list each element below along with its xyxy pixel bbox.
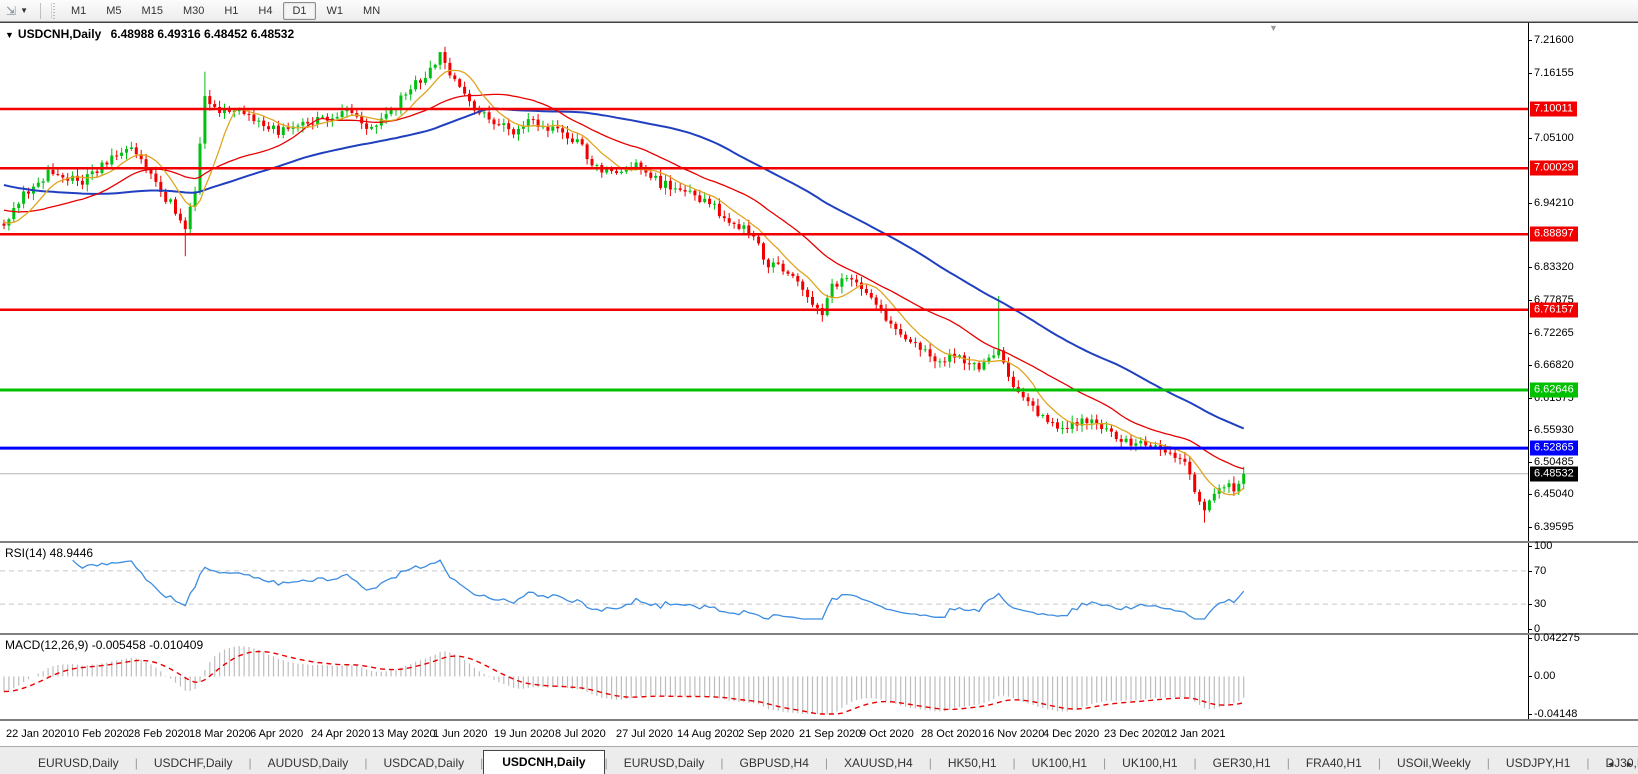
chart-tab-usoil-weekly[interactable]: USOil,Weekly: [1381, 752, 1487, 774]
date-tick: 22 Jan 2020: [6, 728, 67, 740]
timeframe-button-m5[interactable]: M5: [97, 2, 130, 20]
date-tick: 21 Sep 2020: [799, 728, 861, 740]
date-tick: 18 Mar 2020: [189, 728, 251, 740]
chart-tab-hk50-h1[interactable]: HK50,H1: [932, 752, 1013, 774]
chart-menu-caret-icon[interactable]: ▼: [5, 30, 14, 40]
price-tick: 6.45040: [1534, 488, 1574, 500]
date-tick: 10 Feb 2020: [67, 728, 129, 740]
tab-scroll-left-icon[interactable]: ◄: [1606, 759, 1615, 769]
chart-title: ▼ USDCNH,Daily 6.48988 6.49316 6.48452 6.…: [5, 27, 294, 41]
date-tick: 6 Apr 2020: [250, 728, 303, 740]
timeframe-button-h4[interactable]: H4: [249, 2, 281, 20]
price-plot[interactable]: ▼ USDCNH,Daily 6.48988 6.49316 6.48452 6.…: [0, 23, 1528, 541]
date-tick: 27 Jul 2020: [616, 728, 673, 740]
date-tick: 4 Dec 2020: [1043, 728, 1099, 740]
macd-tick: 0.00: [1534, 670, 1555, 682]
chart-workspace: ▼ USDCNH,Daily 6.48988 6.49316 6.48452 6.…: [0, 22, 1638, 774]
chart-tab-bar: EURUSD,Daily|USDCHF,Daily|AUDUSD,Daily|U…: [0, 746, 1638, 774]
chart-tab-uk100-h1[interactable]: UK100,H1: [1016, 752, 1103, 774]
dropdown-caret-icon: ▼: [20, 6, 28, 15]
chart-scroll-icon: ⇲: [6, 5, 16, 17]
timeframe-button-d1[interactable]: D1: [283, 2, 315, 20]
timeframe-button-h1[interactable]: H1: [215, 2, 247, 20]
chart-tab-xauusd-h4[interactable]: XAUUSD,H4: [828, 752, 929, 774]
price-tick: 6.83320: [1534, 261, 1574, 273]
chart-tab-usdcnh-daily[interactable]: USDCNH,Daily: [483, 750, 604, 774]
toolbar-separator: [40, 3, 41, 19]
price-tick: 6.66820: [1534, 359, 1574, 371]
chart-tab-eurusd-daily[interactable]: EURUSD,Daily: [22, 752, 135, 774]
chart-tab-gbpusd-h4[interactable]: GBPUSD,H4: [724, 752, 825, 774]
timeframe-button-m30[interactable]: M30: [174, 2, 213, 20]
rsi-tick: 30: [1534, 598, 1546, 610]
macd-plot[interactable]: MACD(12,26,9) -0.005458 -0.010409: [0, 635, 1528, 719]
price-tick: 6.39595: [1534, 521, 1574, 533]
macd-axis[interactable]: 0.0422750.00-0.04148: [1528, 635, 1638, 719]
chart-tab-eurusd-daily[interactable]: EURUSD,Daily: [608, 752, 721, 774]
date-tick: 13 May 2020: [372, 728, 436, 740]
timeframe-button-m1[interactable]: M1: [62, 2, 95, 20]
tab-scroll-right-icon[interactable]: ►: [1625, 759, 1634, 769]
date-tick: 24 Apr 2020: [311, 728, 370, 740]
rsi-label: RSI(14) 48.9446: [5, 546, 93, 560]
chart-tab-ger30-h1[interactable]: GER30,H1: [1197, 752, 1287, 774]
time-axis[interactable]: 22 Jan 202010 Feb 202028 Feb 202018 Mar …: [0, 719, 1638, 746]
date-tick: 12 Jan 2021: [1165, 728, 1226, 740]
macd-tick: 0.042275: [1534, 632, 1580, 644]
price-tick: 6.55930: [1534, 424, 1574, 436]
date-tick: 16 Nov 2020: [982, 728, 1044, 740]
rsi-canvas[interactable]: [0, 543, 1528, 633]
line-price-badge: 6.62646: [1530, 383, 1578, 398]
timeframe-button-m15[interactable]: M15: [133, 2, 172, 20]
chart-tab-uk100-h1[interactable]: UK100,H1: [1106, 752, 1193, 774]
rsi-pane: RSI(14) 48.9446 10070300: [0, 541, 1638, 633]
chart-shift-marker-icon[interactable]: ▼: [1269, 23, 1278, 33]
timeframe-button-group: M1M5M15M30H1H4D1W1MN: [61, 2, 390, 20]
timeframe-button-w1[interactable]: W1: [318, 2, 353, 20]
line-price-badge: 6.52865: [1530, 441, 1578, 456]
date-tick: 28 Oct 2020: [921, 728, 981, 740]
price-tick: 7.05100: [1534, 132, 1574, 144]
top-toolbar: ⇲ ▼ M1M5M15M30H1H4D1W1MN: [0, 0, 1638, 22]
price-tick: 6.72265: [1534, 327, 1574, 339]
toolbar-grip[interactable]: [51, 3, 56, 19]
price-tick: 6.94210: [1534, 197, 1574, 209]
date-tick: 28 Feb 2020: [128, 728, 190, 740]
line-price-badge: 7.00029: [1530, 161, 1578, 176]
chart-tab-audusd-daily[interactable]: AUDUSD,Daily: [252, 752, 365, 774]
rsi-plot[interactable]: RSI(14) 48.9446: [0, 543, 1528, 633]
macd-pane: MACD(12,26,9) -0.005458 -0.010409 0.0422…: [0, 633, 1638, 719]
timeframe-button-mn[interactable]: MN: [354, 2, 389, 20]
line-price-badge: 6.76157: [1530, 302, 1578, 317]
chart-tab-usdchf-daily[interactable]: USDCHF,Daily: [138, 752, 249, 774]
line-price-badge: 7.10011: [1530, 101, 1577, 116]
macd-canvas[interactable]: [0, 635, 1528, 719]
chart-ohlc-values: 6.48988 6.49316 6.48452 6.48532: [111, 27, 295, 41]
tab-scroll-controls: ◄►: [1606, 759, 1634, 769]
current-price-badge: 6.48532: [1530, 466, 1578, 481]
date-tick: 1 Jun 2020: [433, 728, 487, 740]
chart-tools-button[interactable]: ⇲ ▼: [0, 0, 34, 21]
rsi-tick: 100: [1534, 540, 1552, 552]
price-pane: ▼ USDCNH,Daily 6.48988 6.49316 6.48452 6.…: [0, 23, 1638, 541]
price-axis[interactable]: 7.216007.161557.051006.942106.833206.778…: [1528, 23, 1638, 541]
line-price-badge: 6.88897: [1530, 227, 1578, 242]
date-tick: 14 Aug 2020: [677, 728, 739, 740]
date-tick: 2 Sep 2020: [738, 728, 794, 740]
date-tick: 9 Oct 2020: [860, 728, 914, 740]
rsi-axis[interactable]: 10070300: [1528, 543, 1638, 633]
rsi-tick: 70: [1534, 565, 1546, 577]
chart-tab-usdjpy-h1[interactable]: USDJPY,H1: [1490, 752, 1586, 774]
price-tick: 7.21600: [1534, 34, 1574, 46]
date-tick: 23 Dec 2020: [1104, 728, 1166, 740]
chart-symbol-label: USDCNH,Daily: [18, 27, 101, 41]
date-tick: 8 Jul 2020: [555, 728, 606, 740]
macd-label: MACD(12,26,9) -0.005458 -0.010409: [5, 638, 203, 652]
chart-tab-usdcad-daily[interactable]: USDCAD,Daily: [367, 752, 480, 774]
date-tick: 19 Jun 2020: [494, 728, 555, 740]
price-tick: 7.16155: [1534, 67, 1574, 79]
chart-tab-fra40-h1[interactable]: FRA40,H1: [1290, 752, 1378, 774]
candlestick-canvas[interactable]: [0, 23, 1528, 541]
